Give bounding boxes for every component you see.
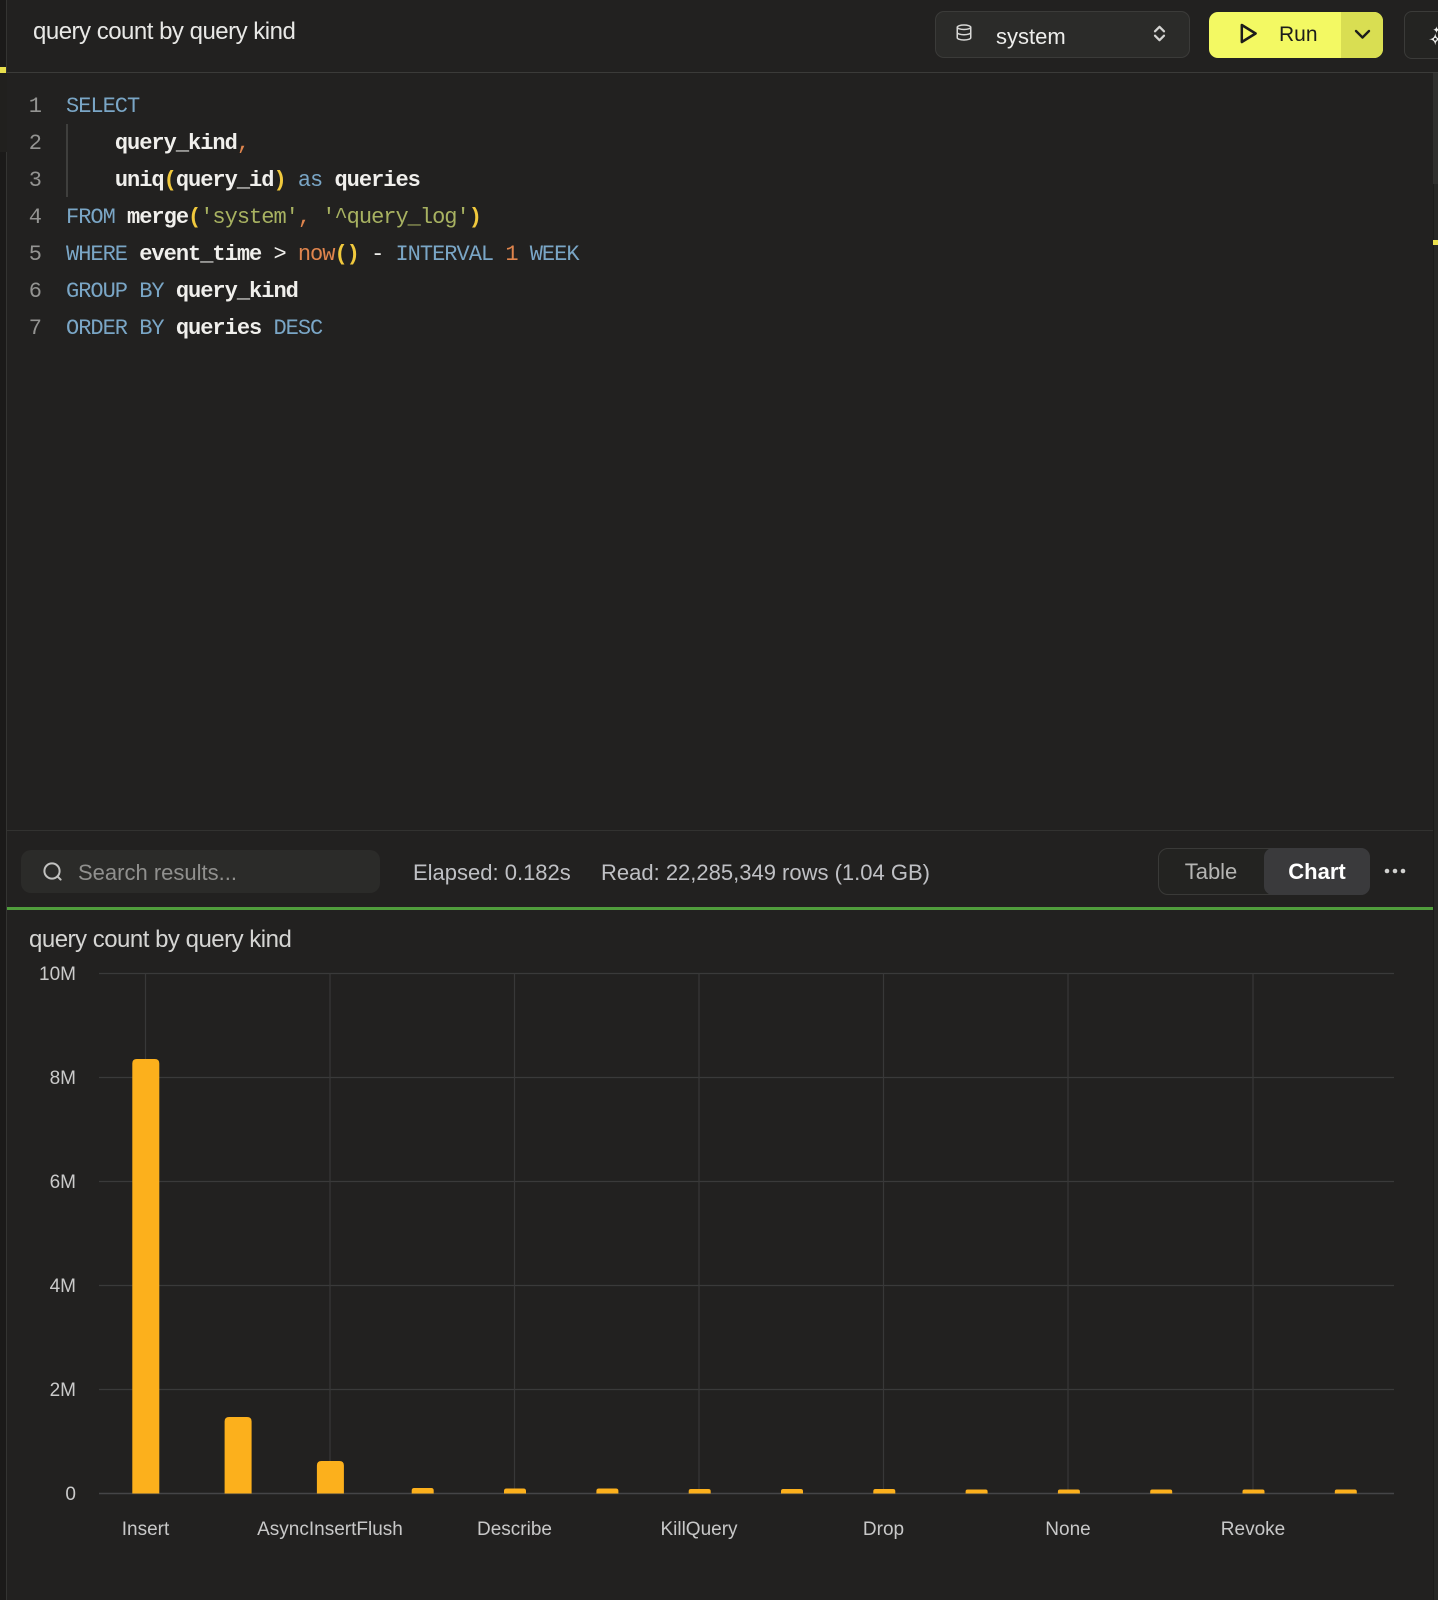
svg-text:6M: 6M [50,1172,76,1193]
svg-text:0: 0 [65,1484,76,1505]
svg-text:KillQuery: KillQuery [660,1519,738,1540]
svg-text:Describe: Describe [477,1519,552,1540]
svg-text:Revoke: Revoke [1221,1519,1285,1540]
svg-text:4M: 4M [50,1276,76,1297]
svg-text:8M: 8M [50,1068,76,1089]
svg-text:Drop: Drop [863,1519,904,1540]
svg-text:10M: 10M [39,964,76,985]
svg-text:Insert: Insert [122,1519,170,1540]
svg-text:AsyncInsertFlush: AsyncInsertFlush [257,1519,403,1540]
svg-text:None: None [1045,1519,1090,1540]
svg-text:2M: 2M [50,1380,76,1401]
